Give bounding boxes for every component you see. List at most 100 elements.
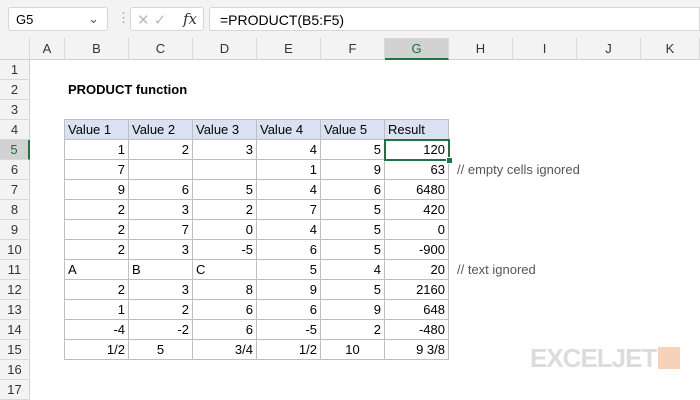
name-box[interactable]: G5 ⌄	[8, 7, 108, 31]
value-cell[interactable]: 6	[257, 240, 321, 260]
value-cell[interactable]: -5	[193, 240, 257, 260]
result-cell[interactable]: 20	[385, 260, 449, 280]
formula-input[interactable]: =PRODUCT(B5:F5)	[209, 7, 700, 31]
value-cell[interactable]: 3	[129, 280, 193, 300]
row-header-10[interactable]: 10	[0, 240, 30, 260]
value-cell[interactable]	[129, 160, 193, 180]
value-cell[interactable]: -2	[129, 320, 193, 340]
value-cell[interactable]: 3	[129, 200, 193, 220]
value-cell[interactable]: 2	[65, 220, 129, 240]
value-cell[interactable]: 3	[193, 140, 257, 160]
value-cell[interactable]: 2	[129, 140, 193, 160]
result-cell[interactable]: -480	[385, 320, 449, 340]
value-cell[interactable]: 9	[321, 300, 385, 320]
column-header-K[interactable]: K	[641, 38, 700, 60]
value-cell[interactable]: 5	[257, 260, 321, 280]
row-header-1[interactable]: 1	[0, 60, 30, 80]
row-header-7[interactable]: 7	[0, 180, 30, 200]
value-cell[interactable]: 1/2	[257, 340, 321, 360]
value-cell[interactable]: 6	[193, 320, 257, 340]
value-cell[interactable]: 0	[193, 220, 257, 240]
column-header-H[interactable]: H	[449, 38, 513, 60]
row-header-8[interactable]: 8	[0, 200, 30, 220]
value-cell[interactable]: 4	[257, 220, 321, 240]
result-cell[interactable]: 2160	[385, 280, 449, 300]
value-cell[interactable]: 1/2	[65, 340, 129, 360]
select-all-corner[interactable]	[0, 38, 30, 60]
value-cell[interactable]: 9	[321, 160, 385, 180]
value-cell[interactable]: 1	[65, 300, 129, 320]
row-header-16[interactable]: 16	[0, 360, 30, 380]
row-header-6[interactable]: 6	[0, 160, 30, 180]
value-cell[interactable]: 1	[65, 140, 129, 160]
value-cell[interactable]: 8	[193, 280, 257, 300]
chevron-down-icon[interactable]: ⌄	[88, 11, 99, 27]
column-header-J[interactable]: J	[577, 38, 641, 60]
insert-function-icon[interactable]: fx	[183, 10, 197, 28]
value-cell[interactable]: 2	[65, 280, 129, 300]
cancel-icon[interactable]: ✕	[137, 12, 150, 29]
value-cell[interactable]: 4	[257, 140, 321, 160]
value-cell[interactable]: -5	[257, 320, 321, 340]
column-header-E[interactable]: E	[257, 38, 321, 60]
fill-handle[interactable]	[446, 157, 453, 164]
column-header-B[interactable]: B	[65, 38, 129, 60]
column-header-A[interactable]: A	[30, 38, 65, 60]
column-header-C[interactable]: C	[129, 38, 193, 60]
result-cell[interactable]: -900	[385, 240, 449, 260]
value-cell[interactable]: 6	[321, 180, 385, 200]
result-cell[interactable]: 420	[385, 200, 449, 220]
active-cell-outline[interactable]	[384, 139, 450, 161]
value-cell[interactable]: 10	[321, 340, 385, 360]
value-cell[interactable]: 3/4	[193, 340, 257, 360]
value-cell[interactable]: -4	[65, 320, 129, 340]
value-cell[interactable]: C	[193, 260, 257, 280]
row-header-11[interactable]: 11	[0, 260, 30, 280]
confirm-icon[interactable]: ✓	[154, 12, 167, 29]
result-cell[interactable]: 9 3/8	[385, 340, 449, 360]
value-cell[interactable]: 6	[257, 300, 321, 320]
value-cell[interactable]: 6	[129, 180, 193, 200]
column-header-I[interactable]: I	[513, 38, 577, 60]
value-cell[interactable]: 7	[129, 220, 193, 240]
row-header-17[interactable]: 17	[0, 380, 30, 400]
value-cell[interactable]: 9	[65, 180, 129, 200]
result-cell[interactable]: 6480	[385, 180, 449, 200]
row-header-5[interactable]: 5	[0, 140, 30, 160]
value-cell[interactable]: 3	[129, 240, 193, 260]
value-cell[interactable]	[193, 160, 257, 180]
value-cell[interactable]: 2	[321, 320, 385, 340]
value-cell[interactable]: 2	[129, 300, 193, 320]
row-header-3[interactable]: 3	[0, 100, 30, 120]
column-header-G[interactable]: G	[385, 38, 449, 60]
result-cell[interactable]: 648	[385, 300, 449, 320]
row-header-4[interactable]: 4	[0, 120, 30, 140]
value-cell[interactable]: 7	[257, 200, 321, 220]
value-cell[interactable]: 6	[193, 300, 257, 320]
row-header-13[interactable]: 13	[0, 300, 30, 320]
result-cell[interactable]: 0	[385, 220, 449, 240]
row-header-12[interactable]: 12	[0, 280, 30, 300]
value-cell[interactable]: 2	[65, 200, 129, 220]
value-cell[interactable]: A	[65, 260, 129, 280]
value-cell[interactable]: 5	[321, 220, 385, 240]
value-cell[interactable]: 5	[321, 140, 385, 160]
value-cell[interactable]: 9	[257, 280, 321, 300]
row-header-9[interactable]: 9	[0, 220, 30, 240]
column-header-D[interactable]: D	[193, 38, 257, 60]
value-cell[interactable]: 2	[65, 240, 129, 260]
value-cell[interactable]: 5	[193, 180, 257, 200]
value-cell[interactable]: 5	[321, 240, 385, 260]
result-cell[interactable]: 63	[385, 160, 449, 180]
column-header-F[interactable]: F	[321, 38, 385, 60]
value-cell[interactable]: 7	[65, 160, 129, 180]
row-header-2[interactable]: 2	[0, 80, 30, 100]
value-cell[interactable]: 5	[321, 200, 385, 220]
value-cell[interactable]: B	[129, 260, 193, 280]
value-cell[interactable]: 4	[321, 260, 385, 280]
value-cell[interactable]: 2	[193, 200, 257, 220]
value-cell[interactable]: 5	[321, 280, 385, 300]
value-cell[interactable]: 5	[129, 340, 193, 360]
row-header-14[interactable]: 14	[0, 320, 30, 340]
row-header-15[interactable]: 15	[0, 340, 30, 360]
